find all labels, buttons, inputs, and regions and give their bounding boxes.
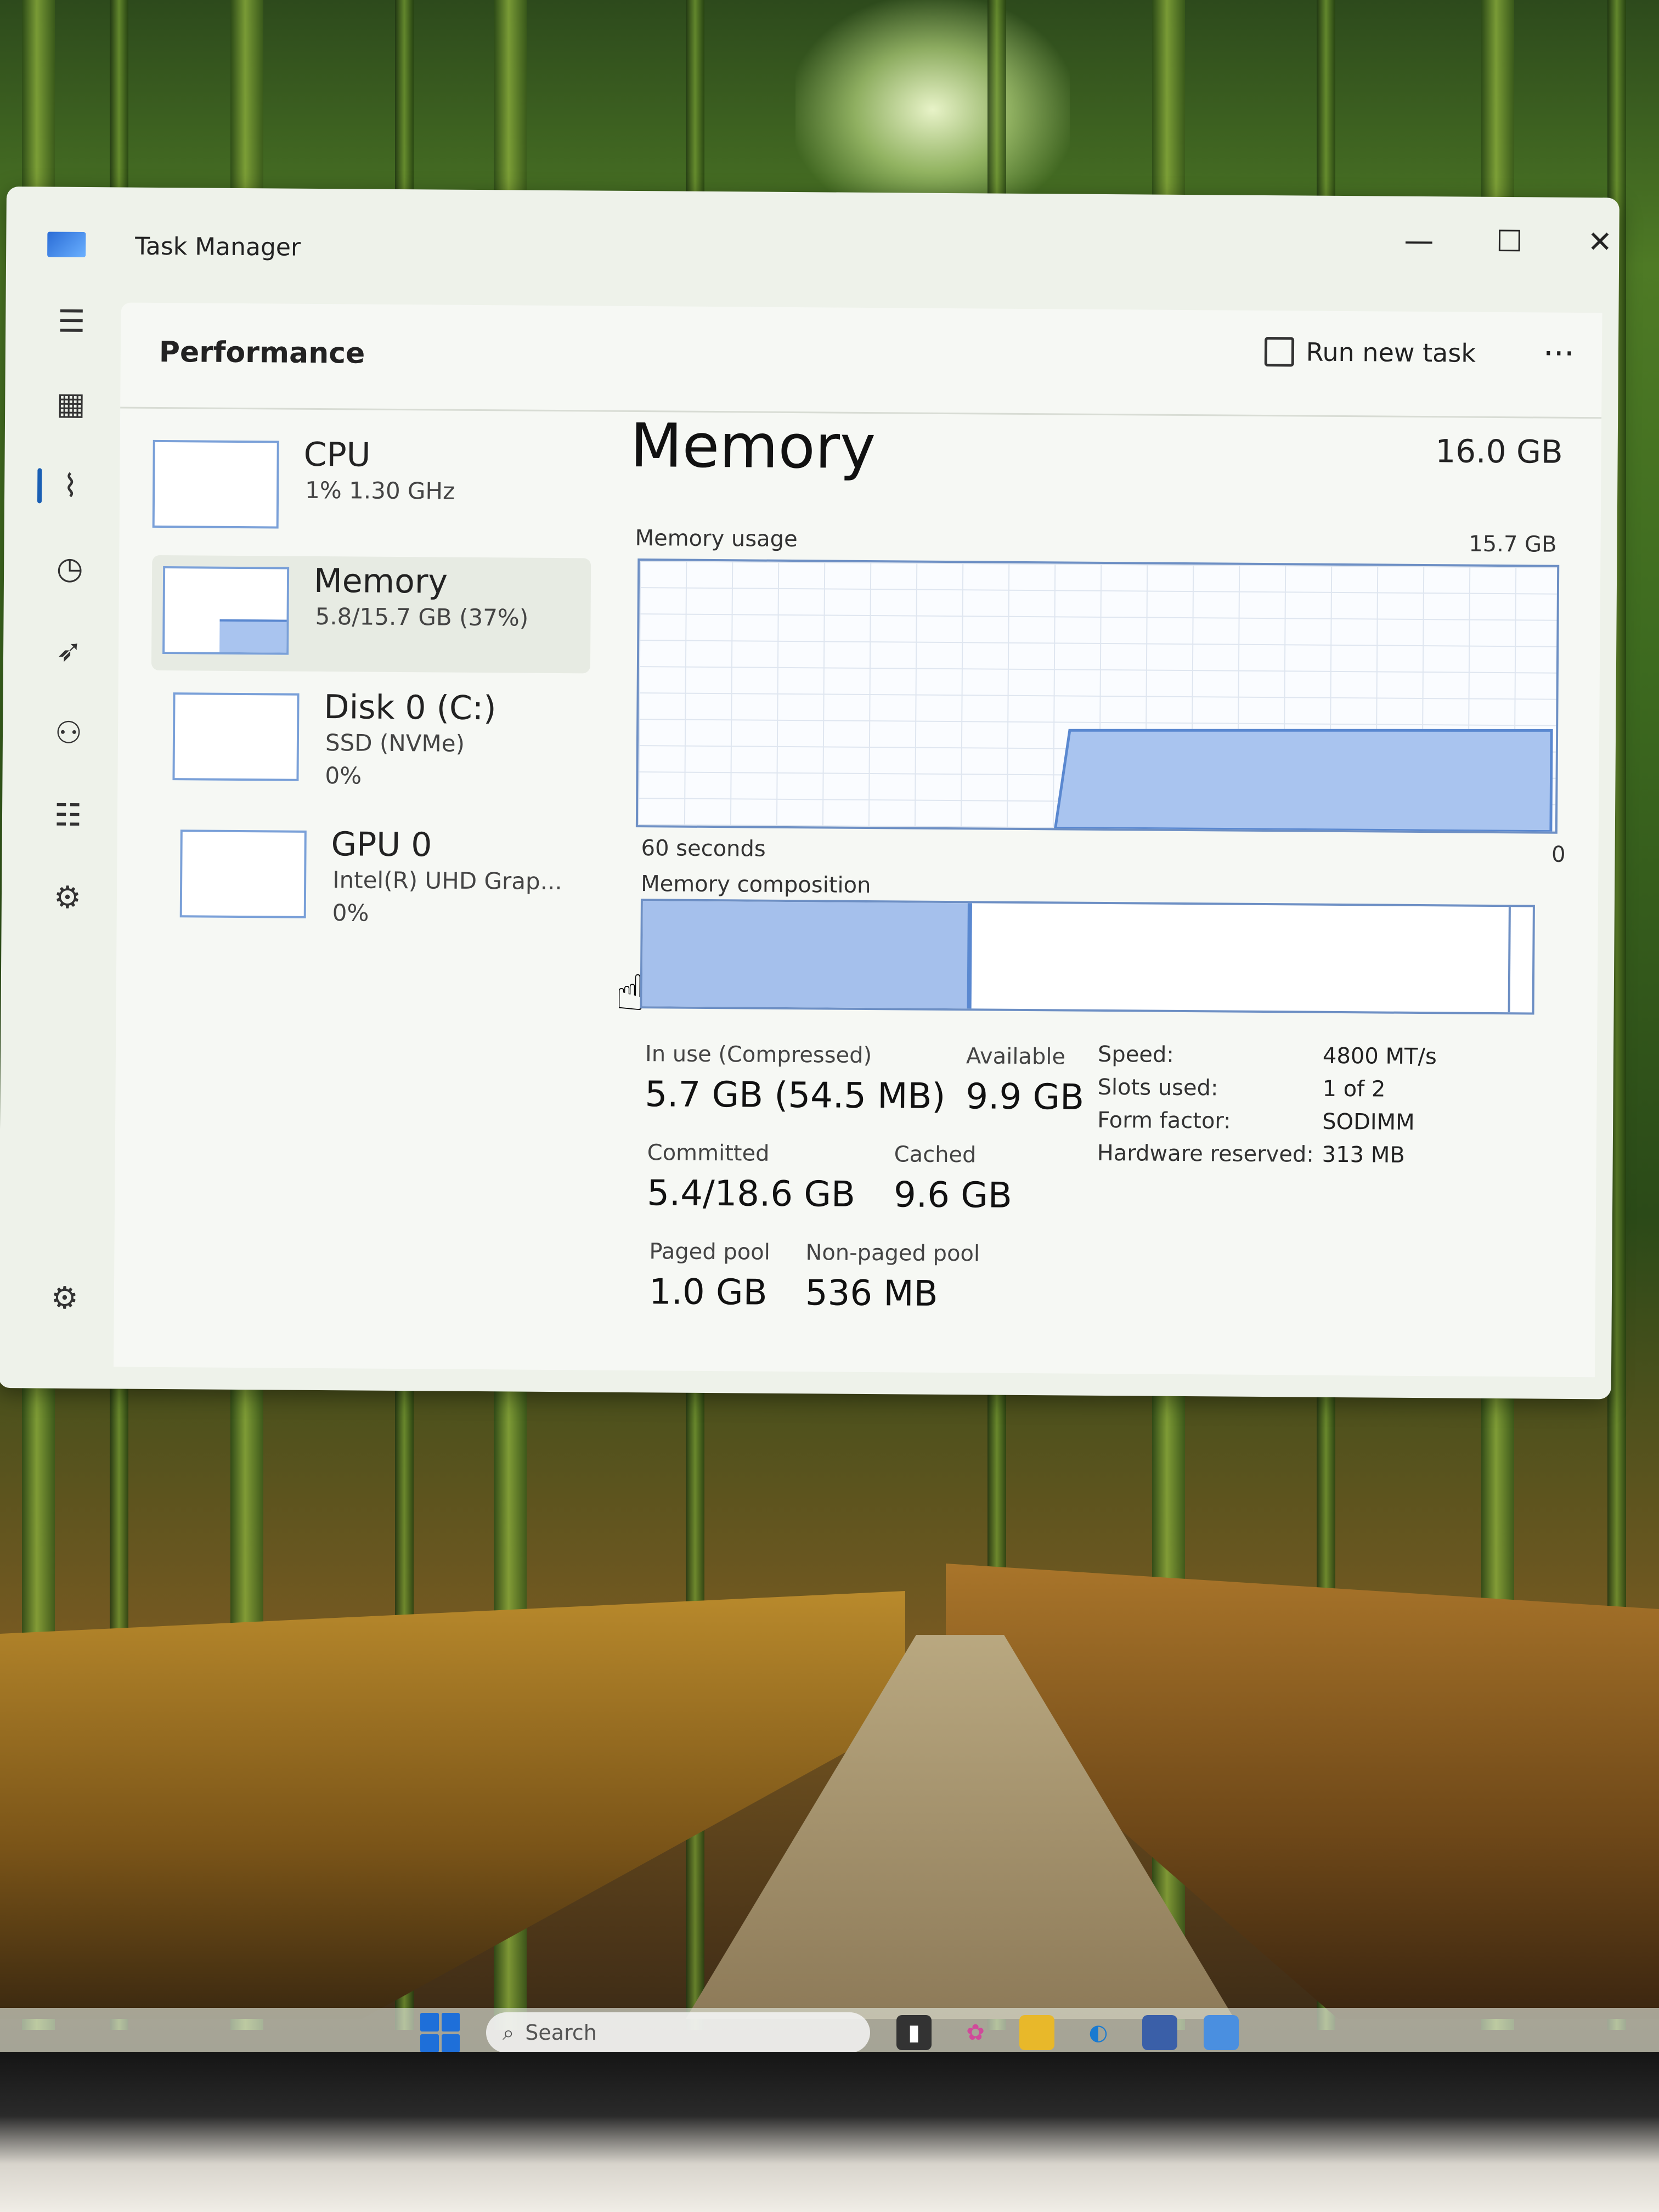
disk-thumbnail-graph xyxy=(172,692,300,781)
device-sub: 5.8/15.7 GB (37%) xyxy=(315,602,529,631)
minimize-button[interactable]: — xyxy=(1389,213,1449,268)
task-manager-app-icon xyxy=(47,232,86,258)
memory-title: Memory xyxy=(630,410,876,483)
task-manager-window: Task Manager — ☐ ✕ ☰ ▦ ⌇ ◷ ➶ ⚇ ☷ ⚙ ⚙ Per… xyxy=(0,187,1620,1400)
hardware-reserved-label: Hardware reserved: xyxy=(1097,1140,1314,1167)
memory-usage-max: 15.7 GB xyxy=(1469,531,1557,557)
services-icon[interactable]: ⚙ xyxy=(43,872,93,922)
composition-standby-divider xyxy=(1508,907,1511,1013)
device-item-disk[interactable]: Disk 0 (C:) SSD (NVMe) 0% xyxy=(150,681,590,800)
hardware-reserved-value: 313 MB xyxy=(1322,1142,1405,1168)
non-paged-pool-value: 536 MB xyxy=(805,1273,938,1314)
copilot-icon[interactable]: ✿ xyxy=(958,2015,993,2050)
active-nav-indicator xyxy=(37,468,42,504)
settings-icon[interactable]: ⚙ xyxy=(40,1273,90,1323)
wallpaper-sunlight xyxy=(795,0,1070,219)
in-use-label: In use (Compressed) xyxy=(645,1041,872,1069)
memory-composition-label: Memory composition xyxy=(640,871,871,899)
memory-usage-area xyxy=(1053,729,1553,832)
memory-usage-graph xyxy=(635,558,1560,834)
memory-usage-plot xyxy=(1053,729,1553,832)
slots-used-value: 1 of 2 xyxy=(1322,1076,1386,1102)
paged-pool-label: Paged pool xyxy=(649,1239,771,1265)
details-icon[interactable]: ☷ xyxy=(43,790,93,840)
slots-used-label: Slots used: xyxy=(1097,1074,1218,1101)
performance-icon[interactable]: ⌇ xyxy=(46,461,95,511)
gpu-thumbnail-graph xyxy=(179,830,307,918)
nav-sidebar: ☰ ▦ ⌇ ◷ ➶ ⚇ ☷ ⚙ ⚙ xyxy=(20,296,115,1350)
taskbar-search-box[interactable]: ⌕ Search xyxy=(486,2012,870,2053)
paged-pool-value: 1.0 GB xyxy=(648,1272,768,1313)
more-options-button[interactable]: ··· xyxy=(1543,335,1575,373)
title-bar[interactable]: Task Manager — ☐ ✕ xyxy=(6,187,1620,262)
startup-apps-icon[interactable]: ➶ xyxy=(44,626,94,676)
device-name: Memory xyxy=(313,561,448,601)
device-item-gpu[interactable]: GPU 0 Intel(R) UHD Grap... 0% xyxy=(149,819,589,937)
taskbar: ⌕ Search ▮ ✿ ◐ xyxy=(0,2008,1659,2057)
run-task-icon xyxy=(1264,337,1294,367)
maximize-button[interactable]: ☐ xyxy=(1479,213,1540,269)
cached-value: 9.6 GB xyxy=(893,1175,1013,1216)
available-label: Available xyxy=(966,1043,1066,1070)
run-new-task-label: Run new task xyxy=(1306,337,1476,368)
processes-icon[interactable]: ▦ xyxy=(46,379,96,429)
composition-in-use xyxy=(642,901,973,1009)
window-title: Task Manager xyxy=(135,232,301,262)
speed-value: 4800 MT/s xyxy=(1322,1043,1437,1070)
memory-usage-label: Memory usage xyxy=(635,526,798,552)
close-button[interactable]: ✕ xyxy=(1570,214,1630,269)
app-history-icon[interactable]: ◷ xyxy=(45,544,95,594)
in-use-value: 5.7 GB (54.5 MB) xyxy=(645,1074,946,1117)
hamburger-menu-icon[interactable]: ☰ xyxy=(47,297,97,347)
device-item-cpu[interactable]: CPU 1% 1.30 GHz xyxy=(152,429,591,548)
microsoft-store-icon[interactable] xyxy=(1142,2015,1177,2050)
cpu-thumbnail-graph xyxy=(152,439,279,529)
device-name: Disk 0 (C:) xyxy=(324,688,496,728)
form-factor-label: Form factor: xyxy=(1097,1107,1231,1134)
run-new-task-button[interactable]: Run new task xyxy=(1264,337,1476,368)
thumb-fill xyxy=(219,619,287,653)
speed-label: Speed: xyxy=(1097,1041,1175,1068)
task-manager-taskbar-icon[interactable] xyxy=(1204,2015,1239,2050)
memory-total: 16.0 GB xyxy=(1435,432,1563,471)
task-view-icon[interactable]: ▮ xyxy=(896,2015,932,2050)
form-factor-value: SODIMM xyxy=(1322,1109,1415,1135)
search-placeholder: Search xyxy=(525,2021,597,2045)
device-sub-2: 0% xyxy=(325,762,362,789)
device-name: GPU 0 xyxy=(331,825,432,865)
device-sub: SSD (NVMe) xyxy=(325,729,465,757)
committed-value: 5.4/18.6 GB xyxy=(646,1173,856,1215)
file-explorer-icon[interactable] xyxy=(1019,2015,1054,2050)
cached-label: Cached xyxy=(894,1142,977,1168)
monitor-bezel xyxy=(0,2052,1659,2212)
search-icon: ⌕ xyxy=(503,2020,515,2045)
edge-browser-icon[interactable]: ◐ xyxy=(1081,2015,1116,2050)
device-item-memory[interactable]: Memory 5.8/15.7 GB (37%) xyxy=(151,555,591,674)
users-icon[interactable]: ⚇ xyxy=(44,708,94,758)
device-name: CPU xyxy=(303,435,371,475)
graph-time-right: 0 xyxy=(1551,842,1566,867)
memory-thumbnail-graph xyxy=(162,566,290,655)
memory-composition-bar xyxy=(640,899,1535,1015)
device-sub-2: 0% xyxy=(332,899,369,927)
graph-time-left: 60 seconds xyxy=(641,836,766,862)
page-title: Performance xyxy=(159,335,365,370)
device-sub: 1% 1.30 GHz xyxy=(304,476,455,505)
windows-start-icon[interactable] xyxy=(420,2013,460,2052)
device-sub: Intel(R) UHD Grap... xyxy=(332,866,562,895)
performance-pane: Performance Run new task ··· CPU 1% 1.30… xyxy=(113,302,1602,1378)
committed-label: Committed xyxy=(647,1140,770,1166)
non-paged-pool-label: Non-paged pool xyxy=(805,1240,980,1267)
available-value: 9.9 GB xyxy=(966,1076,1085,1118)
